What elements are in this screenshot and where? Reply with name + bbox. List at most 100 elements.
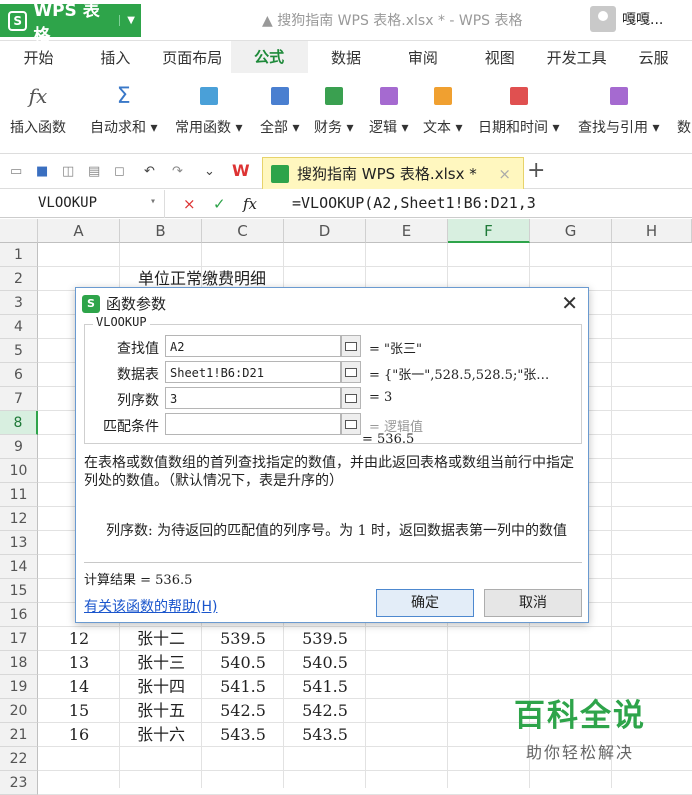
range-picker-icon[interactable] [341,413,361,435]
tab-insert[interactable]: 插入 [77,47,154,68]
more-icon[interactable]: ⌄ [204,164,215,179]
close-icon[interactable]: ✕ [561,291,578,315]
ok-button[interactable]: 确定 [376,589,474,617]
user-account[interactable]: 嘎嘎... [590,6,663,32]
save-icon[interactable]: ■ [36,164,48,179]
tab-page-layout[interactable]: 页面布局 [154,47,231,68]
column-header-selected[interactable]: F [448,219,530,243]
fx-icon[interactable]: fx [243,195,257,213]
tab-data[interactable]: 数据 [308,47,385,68]
formula-input[interactable]: =VLOOKUP(A2,Sheet1!B6:D21,3 [292,194,536,212]
cancel-icon[interactable]: × [183,195,196,213]
open-icon[interactable]: ▭ [10,164,22,179]
table-cell[interactable]: 16 [38,723,120,747]
lookup-button[interactable]: 查找与引用 ▾ [578,85,659,137]
row-header[interactable]: 16 [0,603,38,627]
row-header-selected[interactable]: 8 [0,411,38,435]
text-button[interactable]: 文本 ▾ [423,85,462,137]
table-cell[interactable]: 543.5 [284,723,366,747]
row-header[interactable]: 6 [0,363,38,387]
column-header[interactable]: D [284,219,366,243]
table-cell[interactable]: 540.5 [202,651,284,675]
table-cell[interactable]: 539.5 [202,627,284,651]
range-picker-icon[interactable] [341,387,361,409]
logic-button[interactable]: 逻辑 ▾ [369,85,408,137]
table-cell[interactable]: 张十四 [120,675,202,699]
new-tab-icon[interactable]: + [527,158,545,183]
undo-icon[interactable]: ↶ [144,164,155,179]
tab-start[interactable]: 开始 [0,47,77,68]
range-lookup-field[interactable] [165,413,341,435]
print-icon[interactable]: ▤ [88,164,100,179]
table-cell[interactable]: 539.5 [284,627,366,651]
confirm-icon[interactable]: ✓ [213,195,226,213]
table-cell[interactable]: 542.5 [284,699,366,723]
column-header[interactable]: A [38,219,120,243]
row-header[interactable]: 2 [0,267,38,291]
table-cell[interactable]: 541.5 [202,675,284,699]
range-picker-icon[interactable] [341,361,361,383]
row-header[interactable]: 5 [0,339,38,363]
dialog-title-bar[interactable]: S 函数参数 [76,288,588,319]
table-cell[interactable]: 张十三 [120,651,202,675]
column-header[interactable]: B [120,219,202,243]
row-header[interactable]: 4 [0,315,38,339]
column-header[interactable]: H [612,219,692,243]
math-button[interactable]: 数 [677,85,691,137]
row-header[interactable]: 9 [0,435,38,459]
row-header[interactable]: 11 [0,483,38,507]
table-cell[interactable]: 15 [38,699,120,723]
close-tab-icon[interactable]: × [498,165,511,183]
row-header[interactable]: 7 [0,387,38,411]
table-cell[interactable]: 543.5 [202,723,284,747]
row-header[interactable]: 17 [0,627,38,651]
tab-cloud[interactable]: 云服 [615,47,692,68]
row-header[interactable]: 19 [0,675,38,699]
table-cell[interactable]: 12 [38,627,120,651]
tab-review[interactable]: 审阅 [384,47,461,68]
table-cell[interactable]: 张十五 [120,699,202,723]
help-link[interactable]: 有关该函数的帮助(H) [84,596,217,616]
column-header[interactable]: C [202,219,284,243]
table-cell[interactable]: 540.5 [284,651,366,675]
table-cell[interactable]: 542.5 [202,699,284,723]
row-header[interactable]: 14 [0,555,38,579]
table-cell[interactable]: 13 [38,651,120,675]
row-header[interactable]: 3 [0,291,38,315]
row-header[interactable]: 12 [0,507,38,531]
wps-w-icon[interactable]: W [232,161,250,180]
row-header[interactable]: 20 [0,699,38,723]
tab-view[interactable]: 视图 [461,47,538,68]
table-cell[interactable]: 张十六 [120,723,202,747]
table-cell[interactable]: 541.5 [284,675,366,699]
datetime-button[interactable]: 日期和时间 ▾ [478,85,559,137]
column-index-field[interactable]: 3 [165,387,341,409]
export-icon[interactable]: ◫ [62,164,74,179]
cancel-button[interactable]: 取消 [484,589,582,617]
finance-button[interactable]: 财务 ▾ [314,85,353,137]
common-functions-button[interactable]: 常用函数 ▾ [175,85,242,137]
range-picker-icon[interactable] [341,335,361,357]
autosum-button[interactable]: Σ 自动求和 ▾ [90,84,157,137]
document-tab[interactable]: 搜狗指南 WPS 表格.xlsx * × [262,157,524,189]
table-cell[interactable]: 张十二 [120,627,202,651]
row-header[interactable]: 15 [0,579,38,603]
insert-function-button[interactable]: fx 插入函数 [10,84,66,137]
column-header[interactable]: E [366,219,448,243]
tab-developer[interactable]: 开发工具 [538,47,615,68]
row-header[interactable]: 10 [0,459,38,483]
avatar[interactable] [590,6,616,32]
table-array-field[interactable]: Sheet1!B6:D21 [165,361,341,383]
app-menu-button[interactable]: S WPS 表格 ▼ [0,1,141,46]
tab-formula[interactable]: 公式 [230,41,308,73]
row-header[interactable]: 18 [0,651,38,675]
row-header[interactable]: 21 [0,723,38,747]
select-all-corner[interactable] [0,219,38,243]
lookup-value-field[interactable]: A2 [165,335,341,357]
chevron-down-icon[interactable]: ▾ [150,196,156,207]
row-header[interactable]: 13 [0,531,38,555]
column-header[interactable]: G [530,219,612,243]
row-header[interactable]: 1 [0,243,38,267]
all-functions-button[interactable]: 全部 ▾ [260,85,299,137]
name-box[interactable]: VLOOKUP ▾ [0,190,165,218]
